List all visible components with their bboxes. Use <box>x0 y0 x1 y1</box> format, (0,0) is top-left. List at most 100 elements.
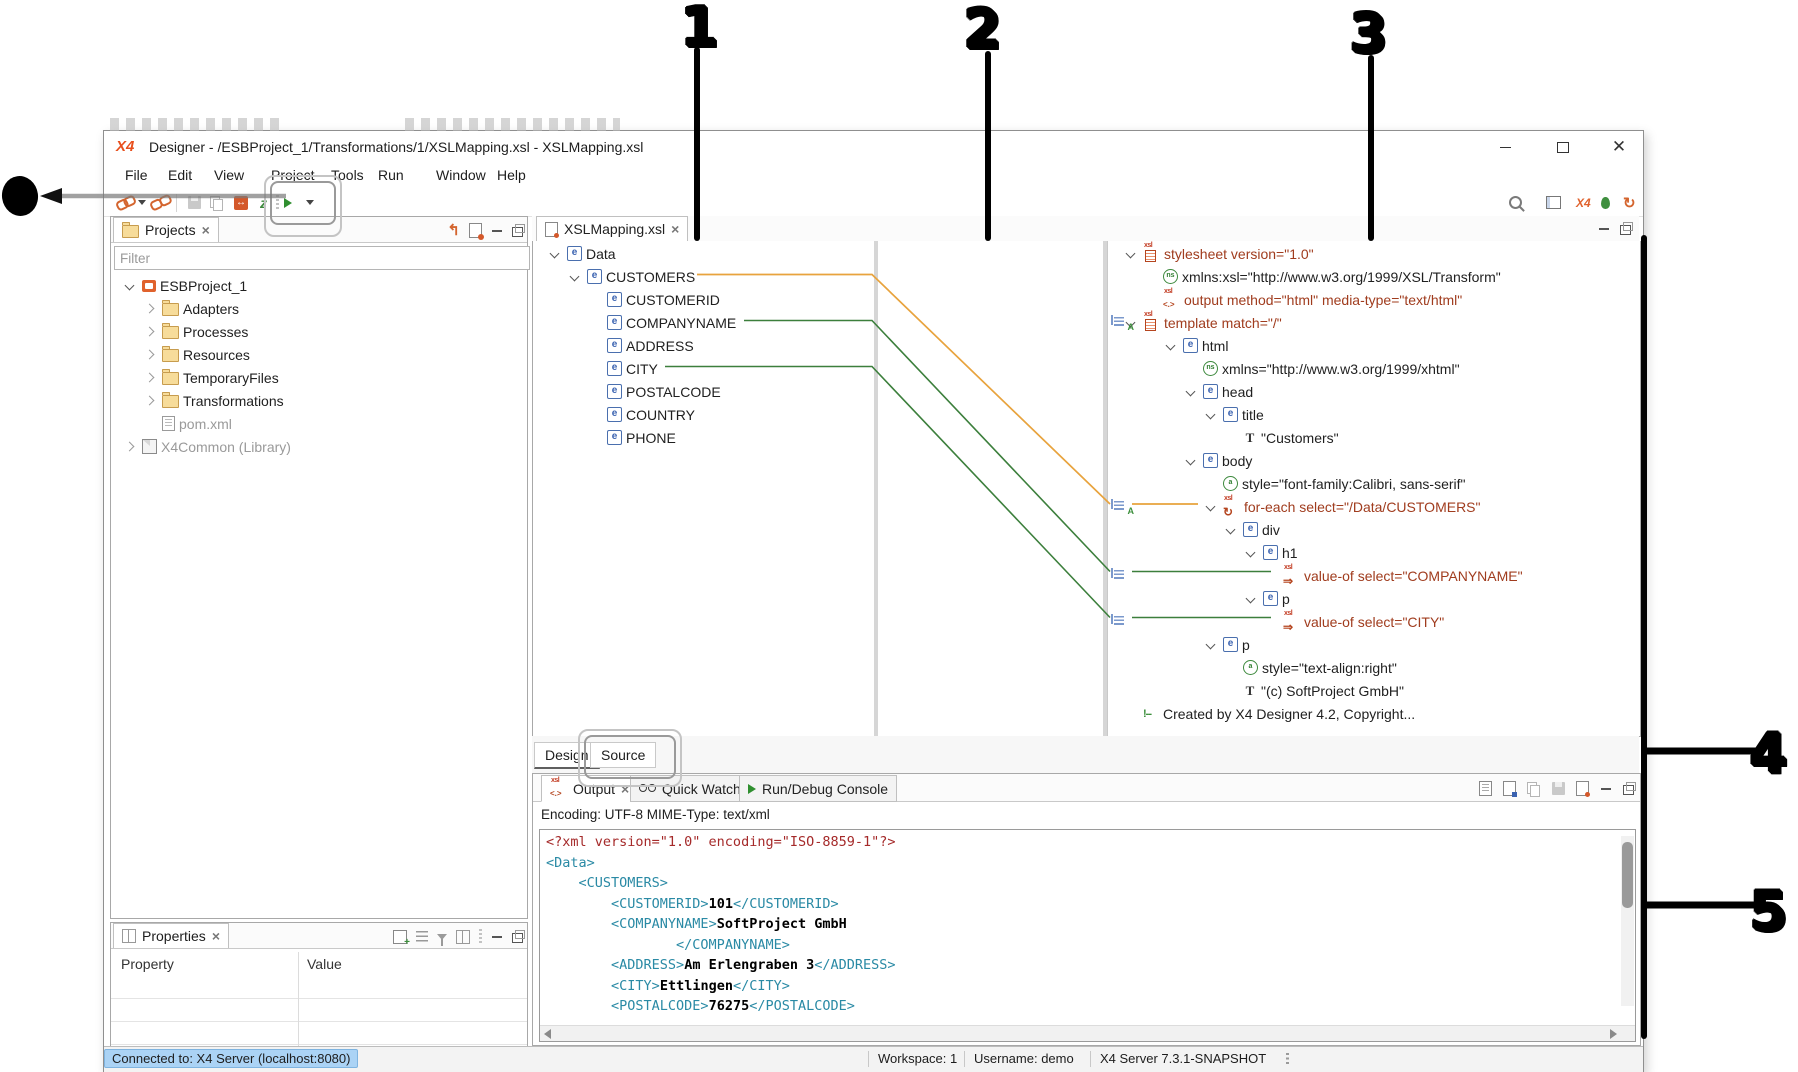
target-node-template[interactable]: xsltemplate match="/" <box>1108 311 1641 334</box>
restore-icon[interactable] <box>1623 780 1634 796</box>
chevron-down-icon[interactable] <box>1163 338 1179 354</box>
chevron-down-icon[interactable] <box>122 278 138 294</box>
source-node-city[interactable]: eCITY <box>533 357 874 380</box>
output-vscrollbar[interactable] <box>1621 836 1634 1006</box>
output-hscrollbar[interactable] <box>540 1025 1635 1041</box>
columns-icon[interactable] <box>456 927 470 943</box>
minimize-icon[interactable] <box>491 928 503 944</box>
close-icon[interactable]: × <box>671 223 679 235</box>
restore-icon[interactable] <box>1620 225 1631 235</box>
target-node-ns[interactable]: nsxmlns:xsl="http://www.w3.org/1999/XSL/… <box>1108 265 1641 288</box>
chevron-down-icon[interactable] <box>1243 591 1259 607</box>
target-node-elem[interactable]: ebody <box>1108 449 1641 472</box>
tab-projects[interactable]: Projects × <box>113 217 219 242</box>
focus-file-icon[interactable] <box>469 221 482 238</box>
restore-icon[interactable] <box>512 222 523 238</box>
tree-item-x4common-library-[interactable]: X4Common (Library) <box>112 435 522 458</box>
tree-item-temporaryfiles[interactable]: TemporaryFiles <box>112 366 522 389</box>
source-node-customers[interactable]: eCUSTOMERS <box>533 265 874 288</box>
chevron-right-icon[interactable] <box>142 301 158 317</box>
chevron-right-icon[interactable] <box>142 393 158 409</box>
chevron-right-icon[interactable] <box>122 439 138 455</box>
target-node-foreach[interactable]: xsl↻for-each select="/Data/CUSTOMERS" <box>1108 495 1641 518</box>
link-button[interactable] <box>116 189 136 216</box>
source-node-country[interactable]: eCOUNTRY <box>533 403 874 426</box>
minimize-button[interactable] <box>1490 135 1520 159</box>
target-node-attr[interactable]: astyle="text-align:right" <box>1108 656 1641 679</box>
close-button[interactable]: ✕ <box>1604 135 1634 159</box>
target-node-elem[interactable]: ediv <box>1108 518 1641 541</box>
sync-button[interactable]: ↔ <box>234 189 248 216</box>
target-node-elem[interactable]: ehead <box>1108 380 1641 403</box>
chevron-down-icon[interactable] <box>1243 545 1259 561</box>
target-node-elem[interactable]: etitle <box>1108 403 1641 426</box>
chevron-down-icon[interactable] <box>1203 637 1219 653</box>
refresh-button[interactable]: ↻ <box>1623 189 1636 216</box>
menu-window[interactable]: Window <box>436 167 486 183</box>
tree-mode-icon[interactable] <box>416 928 428 944</box>
source-node-companyname[interactable]: eCOMPANYNAME <box>533 311 874 334</box>
menu-help[interactable]: Help <box>497 167 526 183</box>
filter-icon[interactable] <box>437 928 447 944</box>
target-node-valueof[interactable]: xsl⇒value-of select="CITY" <box>1108 610 1641 633</box>
chevron-right-icon[interactable] <box>142 370 158 386</box>
target-node-valueof[interactable]: xsl⇒value-of select="COMPANYNAME" <box>1108 564 1641 587</box>
clipboard-icon[interactable] <box>1503 779 1516 796</box>
tab-xslmapping[interactable]: XSLMapping.xsl × <box>536 216 688 241</box>
target-node-elem[interactable]: ep <box>1108 633 1641 656</box>
target-node-elem[interactable]: ep <box>1108 587 1641 610</box>
target-node-elem[interactable]: ehtml <box>1108 334 1641 357</box>
find-icon[interactable] <box>1479 779 1492 796</box>
dropdown-button[interactable] <box>138 189 146 216</box>
statusbar-connection[interactable]: Connected to: X4 Server (localhost:8080) <box>104 1049 358 1068</box>
chevron-down-icon[interactable] <box>547 246 563 262</box>
chevron-down-icon[interactable] <box>1183 384 1199 400</box>
chevron-down-icon[interactable] <box>1183 453 1199 469</box>
minimize-icon[interactable] <box>1598 223 1610 235</box>
target-node-ns[interactable]: nsxmlns="http://www.w3.org/1999/xhtml" <box>1108 357 1641 380</box>
target-node-attr[interactable]: astyle="font-family:Calibri, sans-serif" <box>1108 472 1641 495</box>
target-node-comment[interactable]: !--Created by X4 Designer 4.2, Copyright… <box>1108 702 1641 725</box>
tab-run-debug-console[interactable]: Run/Debug Console <box>739 775 897 802</box>
tree-item-processes[interactable]: Processes <box>112 320 522 343</box>
menu-run[interactable]: Run <box>378 167 404 183</box>
target-node-output[interactable]: xsl<.>output method="html" media-type="t… <box>1108 288 1641 311</box>
close-icon[interactable]: × <box>202 224 210 236</box>
target-node-text[interactable]: T"Customers" <box>1108 426 1641 449</box>
menu-file[interactable]: File <box>125 167 148 183</box>
chevron-down-icon[interactable] <box>1203 407 1219 423</box>
perspective-button[interactable] <box>1546 189 1561 216</box>
menu-edit[interactable]: Edit <box>168 167 192 183</box>
copy-button[interactable] <box>210 189 224 216</box>
copy-icon[interactable] <box>1527 779 1541 795</box>
tree-item-pom-xml[interactable]: pom.xml <box>112 412 522 435</box>
search-button[interactable] <box>1509 189 1522 216</box>
filter-input[interactable] <box>114 246 530 270</box>
chevron-down-icon[interactable] <box>1203 499 1219 515</box>
debug-button[interactable] <box>1601 189 1610 216</box>
scroll-left-icon[interactable] <box>544 1029 551 1039</box>
target-node-stylesheet[interactable]: xslstylesheet version="1.0" <box>1108 242 1641 265</box>
link-broken-button[interactable] <box>150 189 170 216</box>
target-node-elem[interactable]: eh1 <box>1108 541 1641 564</box>
target-node-text[interactable]: T"(c) SoftProject GmbH" <box>1108 679 1641 702</box>
maximize-button[interactable] <box>1548 135 1578 159</box>
new-property-icon[interactable] <box>393 927 407 943</box>
tree-item-adapters[interactable]: Adapters <box>112 297 522 320</box>
scroll-right-icon[interactable] <box>1610 1029 1617 1039</box>
menu-dots-icon[interactable] <box>479 927 482 944</box>
export-icon[interactable] <box>1576 779 1589 796</box>
chevron-right-icon[interactable] <box>142 324 158 340</box>
tree-item-transformations[interactable]: Transformations <box>112 389 522 412</box>
save-button[interactable] <box>188 189 201 216</box>
source-node-data[interactable]: eData <box>533 242 874 265</box>
minimize-icon[interactable] <box>1600 780 1612 796</box>
source-node-postalcode[interactable]: ePOSTALCODE <box>533 380 874 403</box>
menu-view[interactable]: View <box>214 167 244 183</box>
x4-button[interactable]: X4 <box>1576 189 1591 216</box>
restore-icon[interactable] <box>512 928 523 944</box>
revert-icon[interactable]: ↰ <box>447 220 460 238</box>
source-node-address[interactable]: eADDRESS <box>533 334 874 357</box>
chevron-down-icon[interactable] <box>1223 522 1239 538</box>
chevron-right-icon[interactable] <box>142 347 158 363</box>
